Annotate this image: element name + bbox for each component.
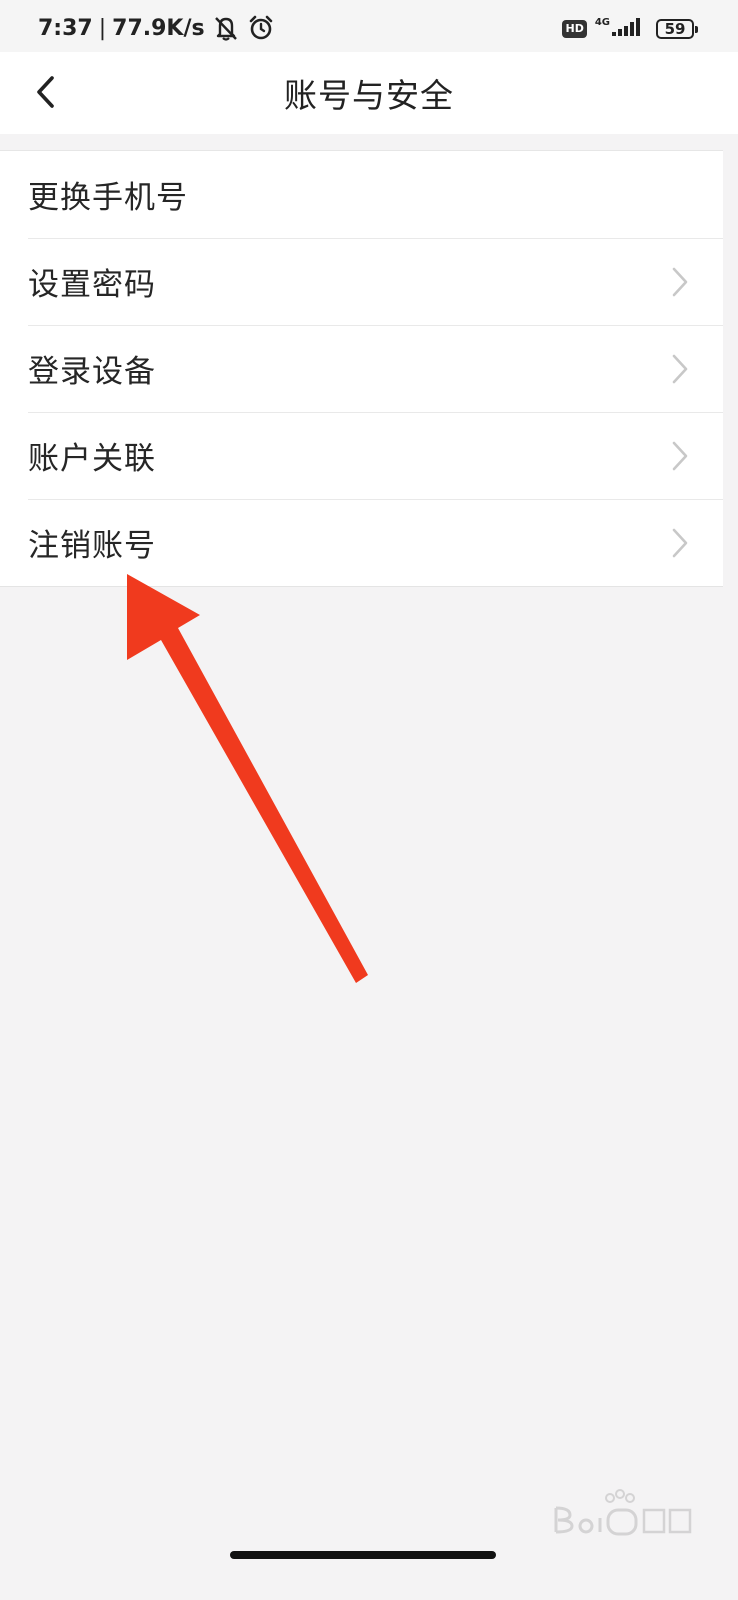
status-bar: 7:37 | 77.9K/s HD 4G 59 (0, 0, 738, 52)
chevron-right-icon (671, 266, 689, 298)
arrow-shape (127, 574, 368, 983)
chevron-right-icon (671, 527, 689, 559)
settings-item-set-password[interactable]: 设置密码 (0, 238, 723, 325)
network-speed: 77.9K/s (112, 15, 205, 41)
settings-item-label: 登录设备 (28, 354, 156, 390)
hd-badge: HD (562, 20, 587, 38)
settings-item-label: 更换手机号 (28, 180, 188, 216)
settings-item-label: 注销账号 (28, 528, 156, 564)
status-right: HD 4G 59 (562, 16, 698, 42)
settings-item-change-phone[interactable]: 更换手机号 (0, 151, 723, 238)
section-divider (0, 134, 738, 150)
chevron-right-icon (671, 440, 689, 472)
battery-icon: 59 (656, 19, 698, 39)
settings-item-delete-account[interactable]: 注销账号 (0, 499, 723, 586)
watermark-logo (554, 1489, 692, 1536)
alarm-icon (247, 14, 275, 42)
status-separator: | (98, 15, 107, 41)
page-title: 账号与安全 (284, 76, 454, 115)
home-gesture-bar[interactable] (230, 1551, 496, 1559)
nav-bar: 账号与安全 (0, 52, 738, 134)
chevron-right-icon (671, 353, 689, 385)
status-left: 7:37 | 77.9K/s (38, 14, 275, 42)
network-type: 4G (594, 16, 610, 28)
status-time: 7:37 (38, 15, 93, 41)
settings-item-login-devices[interactable]: 登录设备 (0, 325, 723, 412)
bell-muted-icon (211, 14, 241, 42)
signal-icon (612, 16, 648, 42)
settings-item-account-link[interactable]: 账户关联 (0, 412, 723, 499)
settings-list: 更换手机号 设置密码 登录设备 账户关联 注销账号 (0, 150, 723, 587)
settings-item-label: 设置密码 (28, 267, 156, 303)
settings-item-label: 账户关联 (28, 441, 156, 477)
